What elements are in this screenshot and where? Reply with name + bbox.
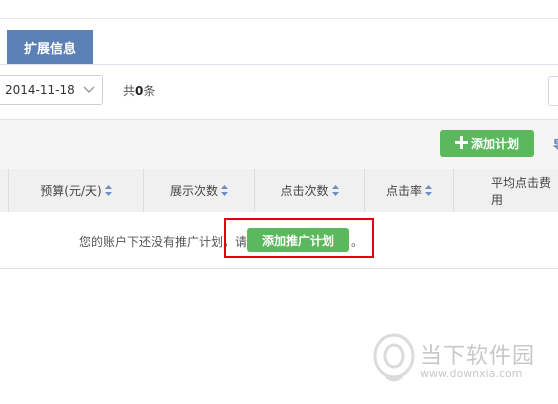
table-header: 预算(元/天) 展示次数 点击次数 点击率 平均点击费用 xyxy=(0,169,558,212)
sort-icon xyxy=(104,185,112,196)
empty-state-message: 您的账户下还没有推广计划，请 xyxy=(79,235,248,249)
column-header-ctr[interactable]: 点击率 xyxy=(364,169,453,212)
tab-extended-info[interactable]: 扩展信息 xyxy=(7,30,93,64)
date-select-value: 2014-11-18 xyxy=(5,83,75,97)
plus-icon xyxy=(454,135,468,152)
column-header-clicks[interactable]: 点击次数 xyxy=(254,169,364,212)
top-divider xyxy=(0,18,558,19)
column-header-impressions[interactable]: 展示次数 xyxy=(143,169,254,212)
watermark-title: 当下软件园 xyxy=(420,344,536,369)
date-select[interactable]: 2014-11-18 xyxy=(0,75,103,105)
tab-bar-divider xyxy=(0,64,558,65)
sort-icon xyxy=(425,185,432,196)
column-impressions-label: 展示次数 xyxy=(169,184,218,198)
tab-extended-info-label: 扩展信息 xyxy=(23,41,76,57)
column-budget-label: 预算(元/天) xyxy=(40,184,102,198)
add-plan-label: 添加计划 xyxy=(470,137,519,151)
column-header-avg-cpc[interactable]: 平均点击费用 xyxy=(453,169,558,212)
add-plan-button[interactable]: 添加计划 xyxy=(440,130,534,157)
column-avg-cpc-label: 平均点击费用 xyxy=(491,175,552,207)
column-header-budget[interactable]: 预算(元/天) xyxy=(8,169,143,212)
export-icon[interactable]: 导 xyxy=(553,136,558,153)
watermark-url: www.downxia.com xyxy=(420,367,523,380)
sort-icon xyxy=(221,185,228,196)
search-input[interactable] xyxy=(548,76,558,106)
toolbar-divider xyxy=(0,119,558,120)
column-clicks-label: 点击次数 xyxy=(280,184,329,198)
total-count: 共0条 xyxy=(123,82,155,99)
highlight-box xyxy=(224,218,374,258)
watermark-logo-icon xyxy=(372,332,416,384)
total-suffix: 条 xyxy=(143,84,156,98)
row-divider xyxy=(0,268,558,269)
chevron-down-icon xyxy=(83,82,95,101)
sort-icon xyxy=(331,185,339,196)
column-ctr-label: 点击率 xyxy=(385,184,422,198)
total-prefix: 共 xyxy=(123,84,136,98)
